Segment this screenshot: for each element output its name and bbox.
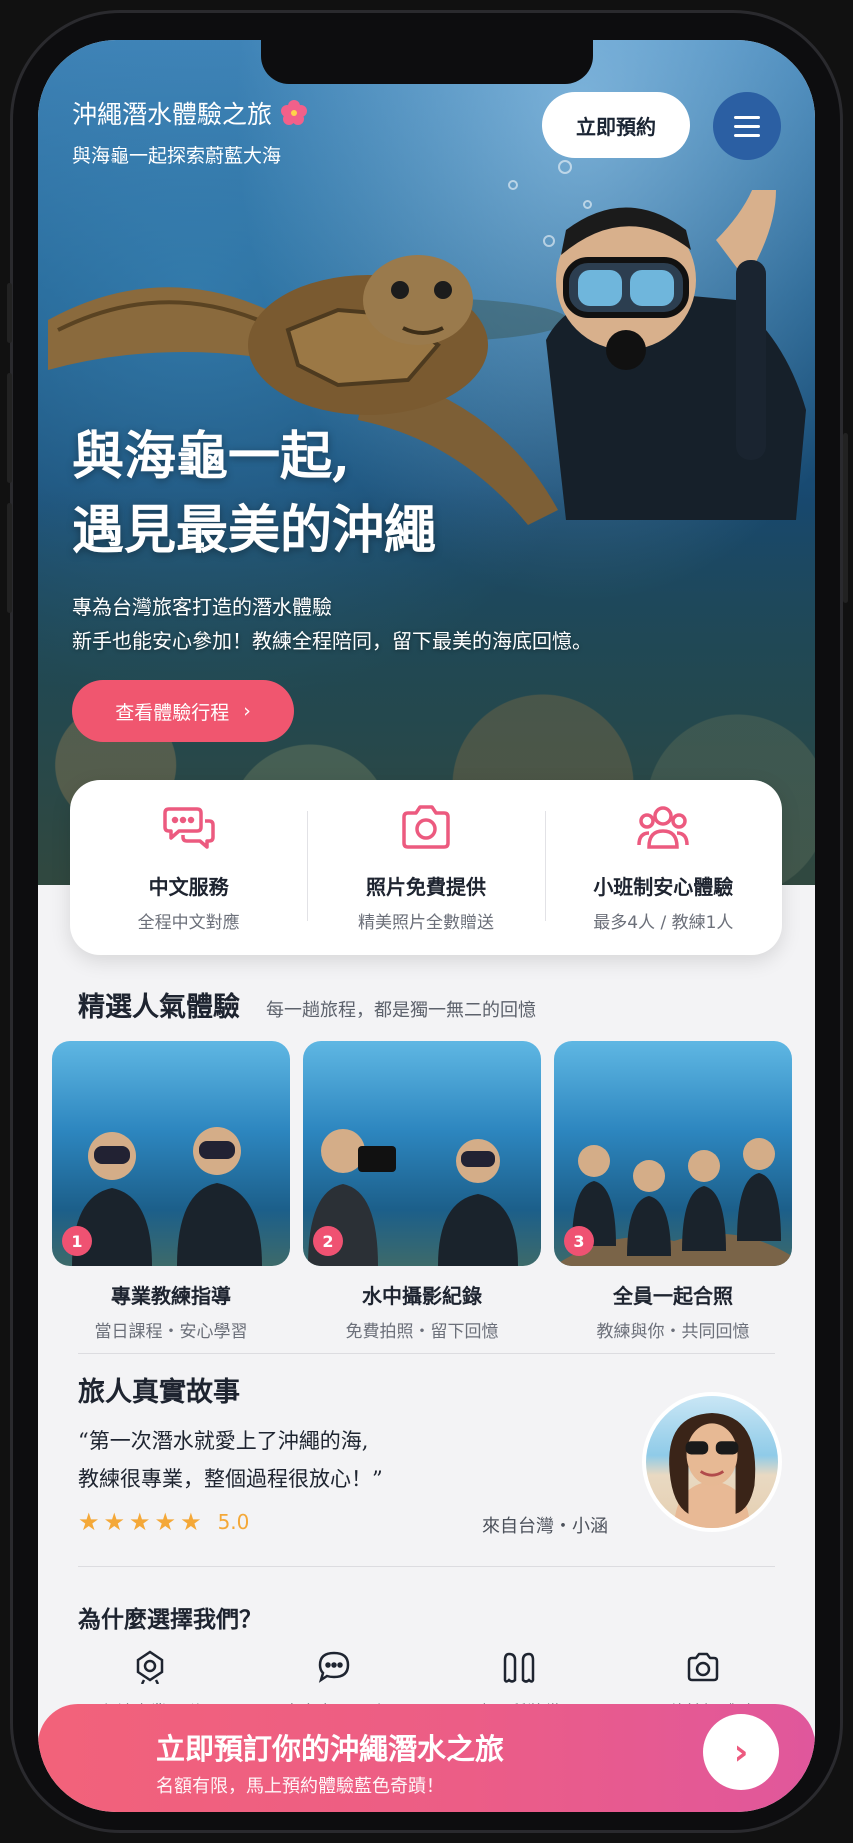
diver-image bbox=[546, 190, 806, 520]
brand-title: 沖繩潛水體驗之旅 bbox=[72, 95, 308, 131]
app-screen: 沖繩潛水體驗之旅 與海龜一起探索蔚藍大海 立即預約 與海龜一起, 遇見最美的沖繩… bbox=[38, 40, 815, 1812]
experience-photo: 1 bbox=[52, 1041, 290, 1266]
feature-chinese-service: 中文服務 全程中文對應 bbox=[70, 803, 307, 933]
fins-icon bbox=[503, 1652, 534, 1683]
hamburger-menu-icon[interactable] bbox=[713, 92, 781, 160]
brand: 沖繩潛水體驗之旅 與海龜一起探索蔚藍大海 bbox=[72, 95, 308, 168]
power-button bbox=[843, 433, 848, 603]
volume-down-button bbox=[7, 503, 12, 613]
hero-heading-line1: 與海龜一起, bbox=[72, 426, 351, 487]
card-number-badge: 3 bbox=[564, 1226, 594, 1256]
camera-icon bbox=[687, 1652, 719, 1682]
divider bbox=[78, 1353, 775, 1354]
volume-up-button bbox=[7, 373, 12, 483]
booking-banner[interactable]: 立即預訂你的沖繩潛水之旅 名額有限，馬上預約體驗藍色奇蹟！ › bbox=[38, 1704, 815, 1812]
rating-value: 5.0 bbox=[217, 1510, 250, 1534]
brand-subtitle: 與海龜一起探索蔚藍大海 bbox=[72, 145, 282, 167]
card-number-badge: 1 bbox=[62, 1226, 92, 1256]
features-card: 中文服務 全程中文對應 照片免費提供 精美照片全數贈送 小班制安心體驗 最多4人… bbox=[70, 780, 782, 955]
star-rating: ★ ★ ★ ★ ★ 5.0 bbox=[78, 1508, 249, 1536]
feature-free-photos: 照片免費提供 精美照片全數贈送 bbox=[307, 803, 544, 933]
star-icon: ★ bbox=[103, 1508, 126, 1536]
experience-card[interactable]: 1 專業教練指導 當日課程・安心學習 bbox=[52, 1041, 290, 1342]
card-subtitle: 當日課程・安心學習 bbox=[94, 1322, 248, 1342]
avatar bbox=[642, 1392, 782, 1532]
feature-subtitle: 最多4人 / 教練1人 bbox=[593, 912, 734, 933]
hero-heading-line2: 遇見最美的沖繩 bbox=[72, 500, 437, 561]
experience-photo: 2 bbox=[303, 1041, 541, 1266]
chevron-right-icon: › bbox=[733, 1731, 749, 1773]
testimonial-title: 旅人真實故事 bbox=[78, 1377, 240, 1408]
experience-photo: 3 bbox=[554, 1041, 792, 1266]
mute-switch bbox=[7, 283, 12, 343]
group-icon bbox=[637, 805, 690, 849]
hero-desc-line1: 專為台灣旅客打造的潛水體驗 bbox=[72, 595, 332, 619]
banner-arrow-button[interactable]: › bbox=[703, 1714, 779, 1790]
chat-bubbles-icon bbox=[162, 806, 215, 849]
card-title: 全員一起合照 bbox=[613, 1284, 733, 1308]
card-number-badge: 2 bbox=[313, 1226, 343, 1256]
quote-line2: 教練很專業，整個過程很放心！” bbox=[78, 1467, 383, 1491]
hero-desc-line2: 新手也能安心參加！教練全程陪同，留下最美的海底回憶。 bbox=[72, 629, 592, 653]
star-icon: ★ bbox=[78, 1508, 100, 1536]
feature-small-group: 小班制安心體驗 最多4人 / 教練1人 bbox=[544, 803, 782, 933]
testimonial-author: 來自台灣・小涵 bbox=[482, 1516, 608, 1537]
testimonial-quote: “第一次潛水就愛上了沖繩的海, 教練很專業，整個過程很放心！” bbox=[78, 1422, 383, 1498]
camera-icon bbox=[402, 804, 450, 849]
quote-line1: “第一次潛水就愛上了沖繩的海, bbox=[78, 1429, 369, 1453]
chevron-right-icon: › bbox=[243, 700, 251, 722]
card-subtitle: 教練與你・共同回憶 bbox=[596, 1322, 750, 1342]
view-itinerary-label: 查看體驗行程 bbox=[115, 701, 230, 724]
feature-subtitle: 精美照片全數贈送 bbox=[357, 912, 494, 933]
star-icon: ★ bbox=[154, 1508, 177, 1536]
popular-subtitle: 每一趟旅程，都是獨一無二的回憶 bbox=[266, 1000, 536, 1021]
popular-title: 精選人氣體驗 bbox=[78, 992, 240, 1023]
banner-title: 立即預訂你的沖繩潛水之旅 bbox=[156, 1732, 505, 1766]
card-subtitle: 免費拍照・留下回憶 bbox=[345, 1322, 499, 1342]
hero-description: 專為台灣旅客打造的潛水體驗 新手也能安心參加！教練全程陪同，留下最美的海底回憶。 bbox=[72, 590, 592, 658]
card-title: 專業教練指導 bbox=[111, 1284, 231, 1308]
hibiscus-flower-icon bbox=[281, 100, 308, 125]
experience-card[interactable]: 3 全員一起合照 教練與你・共同回憶 bbox=[554, 1041, 792, 1342]
chat-icon bbox=[319, 1651, 350, 1683]
why-us-title: 為什麼選擇我們？ bbox=[78, 1606, 262, 1633]
popular-section-header: 精選人氣體驗 每一趟旅程，都是獨一無二的回憶 bbox=[78, 985, 536, 1024]
feature-title: 照片免費提供 bbox=[365, 874, 486, 899]
card-title: 水中攝影紀錄 bbox=[362, 1284, 482, 1308]
star-icon: ★ bbox=[129, 1508, 151, 1536]
feature-title: 中文服務 bbox=[148, 874, 229, 899]
experience-card[interactable]: 2 水中攝影紀錄 免費拍照・留下回憶 bbox=[303, 1041, 541, 1342]
badge-icon bbox=[136, 1650, 164, 1685]
brand-title-text: 沖繩潛水體驗之旅 bbox=[72, 100, 273, 129]
banner-subtitle: 名額有限，馬上預約體驗藍色奇蹟！ bbox=[156, 1776, 444, 1797]
view-itinerary-button[interactable]: 查看體驗行程 › bbox=[72, 680, 294, 742]
hero-banner: 沖繩潛水體驗之旅 與海龜一起探索蔚藍大海 立即預約 與海龜一起, 遇見最美的沖繩… bbox=[38, 40, 815, 885]
feature-subtitle: 全程中文對應 bbox=[137, 912, 240, 933]
divider bbox=[78, 1566, 775, 1567]
book-now-button[interactable]: 立即預約 bbox=[542, 92, 690, 158]
phone-notch bbox=[261, 40, 593, 84]
hero-heading: 與海龜一起, 遇見最美的沖繩 bbox=[72, 420, 436, 568]
star-icon: ★ bbox=[180, 1508, 202, 1536]
feature-title: 小班制安心體驗 bbox=[593, 874, 734, 899]
